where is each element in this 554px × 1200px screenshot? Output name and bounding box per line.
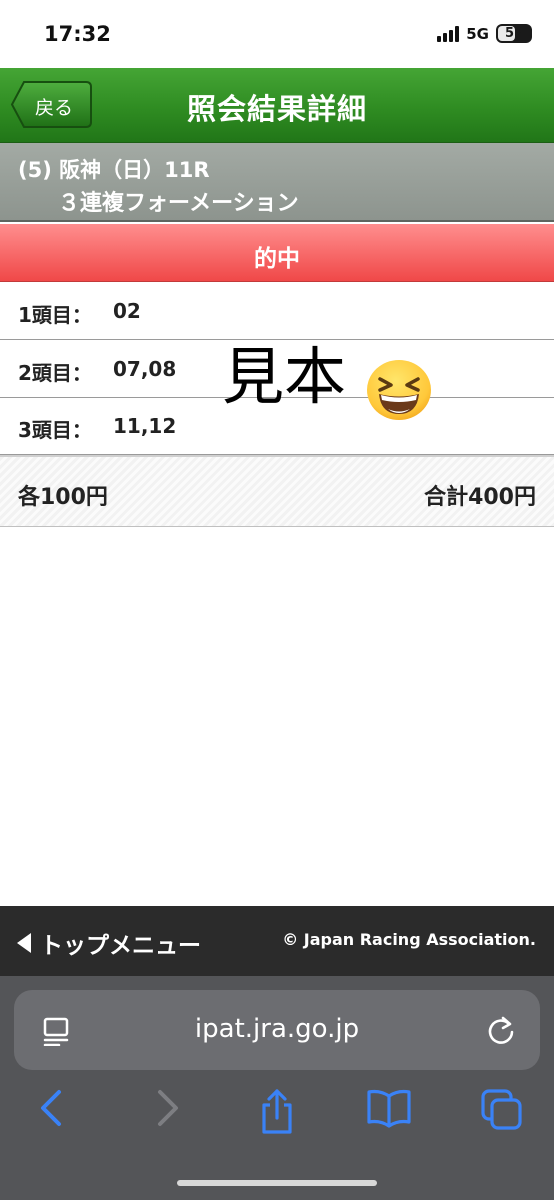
url-text: ipat.jra.go.jp [194,1014,360,1044]
home-indicator [177,1180,377,1186]
row-label: 3頭目： [18,418,92,442]
bookmarks-icon[interactable] [366,1088,412,1128]
amount-total: 合計400円 [424,485,536,510]
browser-toolbar: ipat.jra.go.jp [0,976,554,1200]
reload-icon[interactable] [486,1014,516,1046]
network-type: 5G [466,24,489,43]
back-nav-icon[interactable] [38,1088,64,1128]
row-label: 2頭目： [18,361,92,385]
page-title: 照会結果詳細 [186,92,367,126]
row-value: 11,12 [113,414,177,438]
forward-nav-icon[interactable] [155,1088,181,1128]
battery-icon: 52 [496,24,532,43]
amount-each: 各100円 [18,485,108,510]
footer-menu-bar: トップメニュー © Japan Racing Association. [0,906,554,976]
tabs-icon[interactable] [480,1088,524,1132]
battery-percent: 52 [504,26,524,41]
row-value: 07,08 [113,357,177,381]
race-name: (5) 阪神（日）11R [18,158,210,182]
share-icon[interactable] [257,1088,297,1134]
sample-overlay-text: 見本 [222,340,347,413]
address-bar[interactable]: ipat.jra.go.jp [14,990,540,1070]
copyright: © Japan Racing Association. [282,930,536,949]
result-banner: 的中 [0,224,554,282]
top-menu-link[interactable]: トップメニュー [16,926,201,960]
result-label: 的中 [254,246,300,272]
bet-type: ３連複フォーメーション [58,191,299,216]
row-label: 1頭目： [18,303,92,327]
race-info: (5) 阪神（日）11R ３連複フォーメーション [0,143,554,222]
page-header: 戻る 照会結果詳細 [0,68,554,143]
status-time: 17:32 [44,22,111,46]
signal-icon [437,25,460,42]
triangle-left-icon [17,933,31,953]
horse-row-1: 1頭目： 02 [0,283,554,340]
top-menu-label: トップメニュー [40,933,201,959]
row-value: 02 [113,299,141,323]
total-row: 各100円 合計400円 [0,455,554,527]
grinning-squinting-face-icon [367,360,431,420]
status-indicators: 5G 52 [437,24,532,43]
status-bar: 17:32 5G 52 [0,0,554,68]
